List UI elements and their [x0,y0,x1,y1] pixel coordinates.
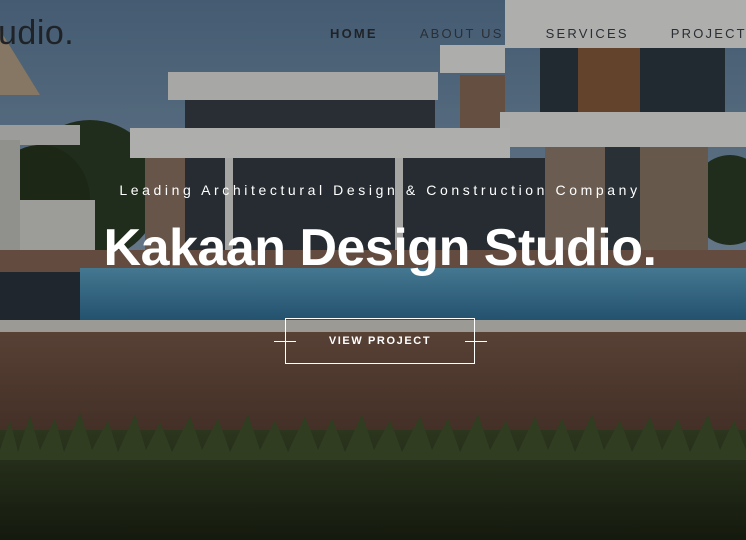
cta-group: VIEW PROJECT [274,318,488,366]
dash-right-icon [465,341,487,342]
site-logo[interactable]: udio. [0,14,74,53]
hero-tagline: Leading Architectural Design & Construct… [119,182,641,198]
nav-projects[interactable]: PROJECTS [671,26,746,41]
hero-section: udio. HOME ABOUT US SERVICES PROJECTS Le… [0,0,746,540]
nav-home[interactable]: HOME [330,26,378,41]
nav-services[interactable]: SERVICES [546,26,629,41]
nav-about-us[interactable]: ABOUT US [420,26,504,41]
view-project-button[interactable]: VIEW PROJECT [285,318,475,364]
main-navigation: HOME ABOUT US SERVICES PROJECTS [330,26,746,41]
hero-headline: Kakaan Design Studio. [103,219,657,277]
